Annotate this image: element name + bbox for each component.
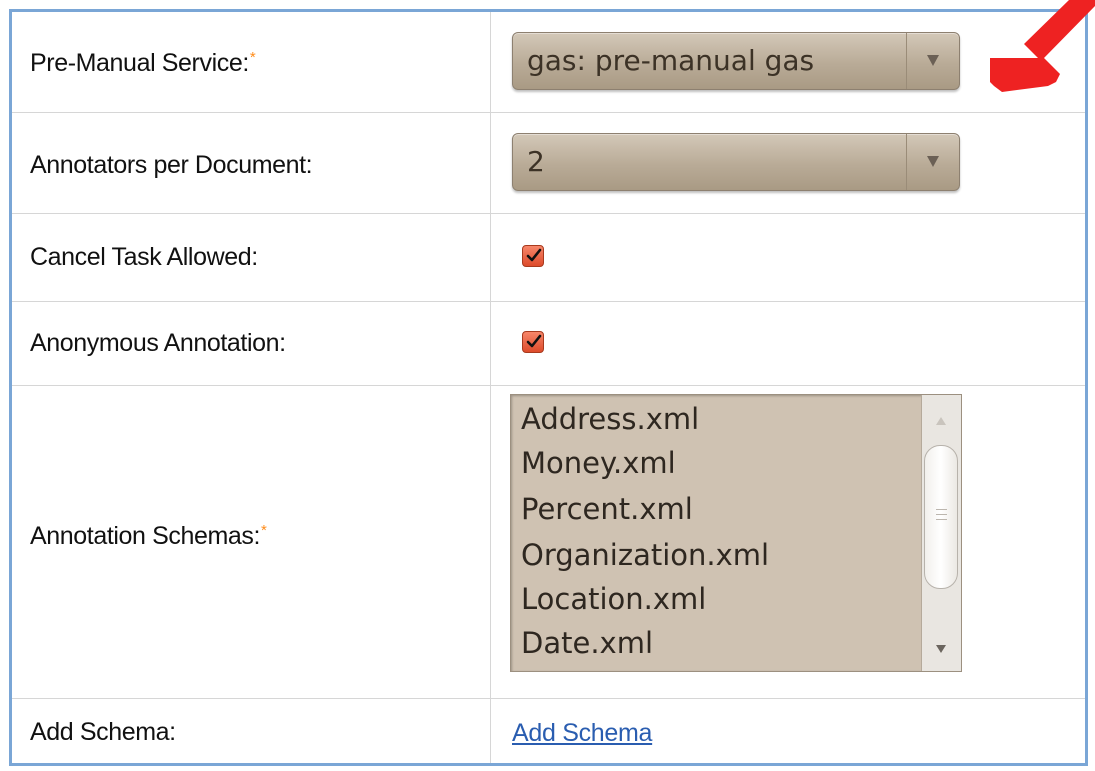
checkmark-icon (526, 334, 542, 348)
scroll-up-icon[interactable] (936, 417, 946, 425)
annotators-per-document-label: Annotators per Document: (30, 151, 313, 179)
cancel-task-allowed-checkbox[interactable] (522, 245, 544, 267)
pre-manual-service-select[interactable]: gas: pre-manual gas (512, 32, 960, 90)
grip-line (936, 509, 947, 510)
pre-manual-service-label: Pre-Manual Service:* (30, 49, 256, 77)
required-marker: * (249, 49, 256, 66)
required-marker: * (261, 522, 267, 539)
row-annotators-per-document: Annotators per Document: 2 (12, 112, 1085, 213)
row-cancel-task-allowed: Cancel Task Allowed: (12, 213, 1085, 301)
list-item[interactable]: Address.xml (521, 397, 699, 441)
grip-line (936, 514, 947, 515)
cancel-task-allowed-label: Cancel Task Allowed: (30, 243, 258, 271)
anonymous-annotation-checkbox[interactable] (522, 331, 544, 353)
dropdown-button[interactable] (906, 134, 959, 190)
column-divider (490, 113, 491, 213)
pre-manual-service-value: gas: pre-manual gas (527, 44, 815, 77)
row-anonymous-annotation: Anonymous Annotation: (12, 301, 1085, 385)
add-schema-link[interactable]: Add Schema (512, 719, 652, 748)
checkmark-icon (526, 248, 542, 262)
annotation-schemas-listbox[interactable]: Address.xml Money.xml Percent.xml Organi… (510, 394, 962, 672)
list-item[interactable]: Date.xml (521, 621, 653, 665)
list-item[interactable]: Location.xml (521, 577, 706, 621)
add-schema-label: Add Schema: (30, 718, 176, 746)
column-divider (490, 214, 491, 301)
dropdown-button[interactable] (906, 33, 959, 89)
grip-line (936, 519, 947, 520)
chevron-down-icon (927, 55, 939, 66)
row-pre-manual-service: Pre-Manual Service:* gas: pre-manual gas (12, 12, 1085, 112)
listbox-scrollbar[interactable] (921, 395, 961, 671)
annotation-schemas-label: Annotation Schemas:* (30, 522, 267, 550)
list-item[interactable]: Money.xml (521, 441, 676, 485)
scrollbar-thumb[interactable] (924, 445, 958, 589)
anonymous-annotation-label: Anonymous Annotation: (30, 329, 286, 357)
settings-form: Pre-Manual Service:* gas: pre-manual gas… (9, 9, 1088, 766)
scroll-down-icon[interactable] (936, 645, 946, 653)
list-item[interactable]: Organization.xml (521, 533, 769, 577)
row-add-schema: Add Schema: Add Schema (12, 698, 1085, 763)
column-divider (490, 12, 491, 112)
row-annotation-schemas: Annotation Schemas:* Address.xml Money.x… (12, 385, 1085, 698)
column-divider (490, 699, 491, 763)
list-item[interactable]: Percent.xml (521, 487, 693, 531)
column-divider (490, 386, 491, 698)
red-pointer-arrow-icon (990, 0, 1095, 92)
annotators-per-document-select[interactable]: 2 (512, 133, 960, 191)
annotators-per-document-value: 2 (527, 145, 545, 178)
column-divider (490, 302, 491, 385)
chevron-down-icon (927, 156, 939, 167)
